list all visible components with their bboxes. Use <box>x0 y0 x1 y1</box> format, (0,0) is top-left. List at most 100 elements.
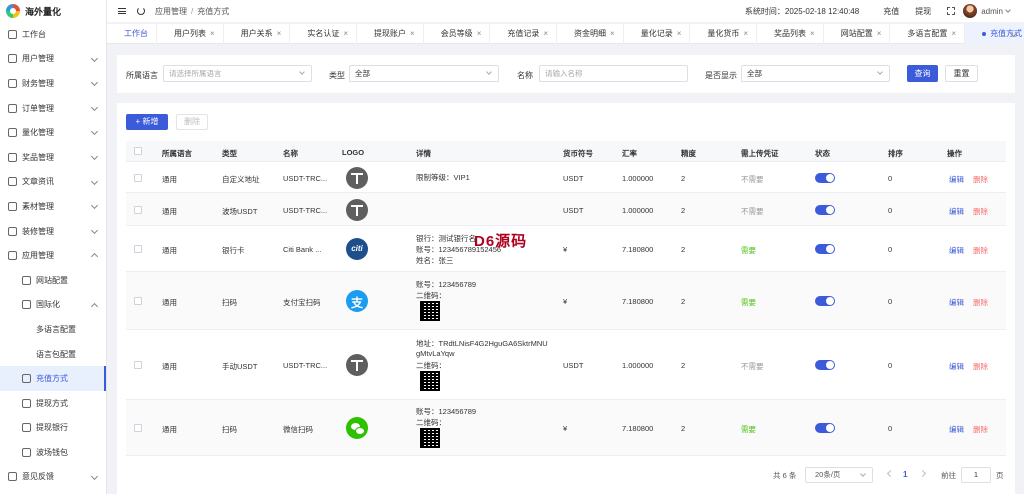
page-size-select[interactable]: 20条/页 <box>805 467 873 483</box>
edit-link[interactable]: 编辑 <box>949 206 964 217</box>
add-button[interactable]: + 新增 <box>126 114 168 130</box>
status-toggle[interactable] <box>815 296 835 306</box>
tab-label: 实名认证 <box>307 29 340 38</box>
sidebar-item[interactable]: 财务管理 <box>0 71 106 96</box>
tab[interactable]: 资金明细 × <box>557 23 624 44</box>
sidebar-item[interactable]: 奖品管理 <box>0 145 106 170</box>
tab[interactable]: 量化记录 × <box>624 23 691 44</box>
status-toggle[interactable] <box>815 423 835 433</box>
close-icon[interactable]: × <box>477 29 482 38</box>
row-checkbox[interactable] <box>134 206 142 214</box>
col-name: 名称 <box>283 149 298 158</box>
goto-page-input[interactable]: 1 <box>961 467 991 483</box>
cell-proof: 不需要 <box>741 362 764 371</box>
delete-button[interactable]: 删除 <box>176 114 208 130</box>
sidebar-item[interactable]: 多语言配置 <box>0 317 106 342</box>
user-name[interactable]: admin <box>981 7 1003 16</box>
edit-link[interactable]: 编辑 <box>949 174 964 185</box>
recharge-link[interactable]: 充值 <box>883 6 899 17</box>
sidebar-item[interactable]: 网站配置 <box>0 268 106 293</box>
name-input[interactable]: 请输入名称 <box>539 65 688 82</box>
tab[interactable]: 实名认证 × <box>290 23 358 44</box>
status-toggle[interactable] <box>815 360 835 370</box>
avatar[interactable] <box>963 4 978 18</box>
close-icon[interactable]: × <box>210 29 215 38</box>
breadcrumb-item[interactable]: 应用管理 <box>155 7 187 16</box>
row-checkbox[interactable] <box>134 174 142 182</box>
watermark: D6源码 <box>474 233 528 250</box>
close-icon[interactable]: × <box>743 29 748 38</box>
tab[interactable]: 量化货币 × <box>690 23 758 44</box>
delete-link[interactable]: 删除 <box>973 206 988 217</box>
delete-link[interactable]: 删除 <box>973 361 988 372</box>
sidebar-item[interactable]: 提现银行 <box>0 416 106 441</box>
select-all-checkbox[interactable] <box>134 147 142 155</box>
chevron-down-icon[interactable] <box>1005 6 1011 13</box>
reset-button[interactable]: 重置 <box>945 65 978 82</box>
tab-bar: 工作台 用户列表 × 用户关系 × 实名认证 × 提现账户 × 会员等级 × 充值记录 × 资金明细 × 量化… <box>107 23 1024 44</box>
tab[interactable]: 充值记录 × <box>490 23 558 44</box>
app-logo[interactable]: 海外量化 <box>0 0 106 22</box>
tab[interactable]: 用户关系 × <box>224 23 291 44</box>
fullscreen-icon[interactable] <box>947 7 956 15</box>
close-icon[interactable]: × <box>277 29 282 38</box>
sidebar-item[interactable]: 装修管理 <box>0 219 106 244</box>
sidebar-item[interactable]: 素材管理 <box>0 194 106 219</box>
edit-link[interactable]: 编辑 <box>949 424 964 435</box>
sidebar-item[interactable]: 充值方式 <box>0 366 106 391</box>
sidebar-item[interactable]: 量化管理 <box>0 120 106 145</box>
refresh-icon[interactable] <box>137 7 145 15</box>
close-icon[interactable]: × <box>343 29 348 38</box>
status-toggle[interactable] <box>815 205 835 215</box>
sidebar-item[interactable]: 应用管理 <box>0 243 106 268</box>
search-button[interactable]: 查询 <box>907 65 938 82</box>
sidebar-item[interactable]: 用户管理 <box>0 47 106 72</box>
close-icon[interactable]: × <box>951 29 956 38</box>
status-toggle[interactable] <box>815 244 835 254</box>
edit-link[interactable]: 编辑 <box>949 245 964 256</box>
close-icon[interactable]: × <box>410 29 415 38</box>
sidebar-item[interactable]: 国际化 <box>0 293 106 318</box>
sidebar-item[interactable]: 文章资讯 <box>0 170 106 195</box>
show-select[interactable]: 全部 <box>741 65 890 82</box>
edit-link[interactable]: 编辑 <box>949 361 964 372</box>
sidebar-item[interactable]: 工作台 <box>0 22 106 47</box>
row-checkbox[interactable] <box>134 245 142 253</box>
delete-link[interactable]: 删除 <box>973 297 988 308</box>
delete-link[interactable]: 删除 <box>973 424 988 435</box>
tab-label: 用户关系 <box>240 29 273 38</box>
row-checkbox[interactable] <box>134 361 142 369</box>
tab[interactable]: 工作台 <box>107 23 157 44</box>
wechat-icon <box>346 417 368 439</box>
tab[interactable]: 提现账户 × <box>357 23 424 44</box>
tab[interactable]: 会员等级 × <box>424 23 491 44</box>
sidebar-item[interactable]: 语言包配置 <box>0 342 106 367</box>
tab[interactable]: 网站配置 × <box>824 23 891 44</box>
lang-select[interactable]: 请选择所属语言 <box>163 65 312 82</box>
tab[interactable]: 奖品列表 × <box>757 23 824 44</box>
page-number[interactable]: 1 <box>903 470 907 479</box>
close-icon[interactable]: × <box>877 29 882 38</box>
status-toggle[interactable] <box>815 173 835 183</box>
sidebar-item[interactable]: 订单管理 <box>0 96 106 121</box>
sidebar-item[interactable]: 提现方式 <box>0 391 106 416</box>
edit-link[interactable]: 编辑 <box>949 297 964 308</box>
close-icon[interactable]: × <box>677 29 682 38</box>
close-icon[interactable]: × <box>610 29 615 38</box>
close-icon[interactable]: × <box>810 29 815 38</box>
menu-toggle-icon[interactable] <box>118 8 126 14</box>
withdraw-link[interactable]: 提现 <box>915 6 931 17</box>
tab[interactable]: 多语言配置 × <box>890 23 966 44</box>
delete-link[interactable]: 删除 <box>973 174 988 185</box>
tab[interactable]: 用户列表 × <box>157 23 224 44</box>
close-icon[interactable]: × <box>543 29 548 38</box>
row-checkbox[interactable] <box>134 424 142 432</box>
delete-link[interactable]: 删除 <box>973 245 988 256</box>
row-checkbox[interactable] <box>134 297 142 305</box>
sidebar-item[interactable]: 波场钱包 <box>0 440 106 465</box>
tab-label: 奖品列表 <box>774 29 807 38</box>
type-select[interactable]: 全部 <box>349 65 499 82</box>
sidebar-item-label: 订单管理 <box>22 103 54 113</box>
chevron-down-icon <box>90 79 99 87</box>
sidebar-item[interactable]: 意见反馈 <box>0 465 106 490</box>
